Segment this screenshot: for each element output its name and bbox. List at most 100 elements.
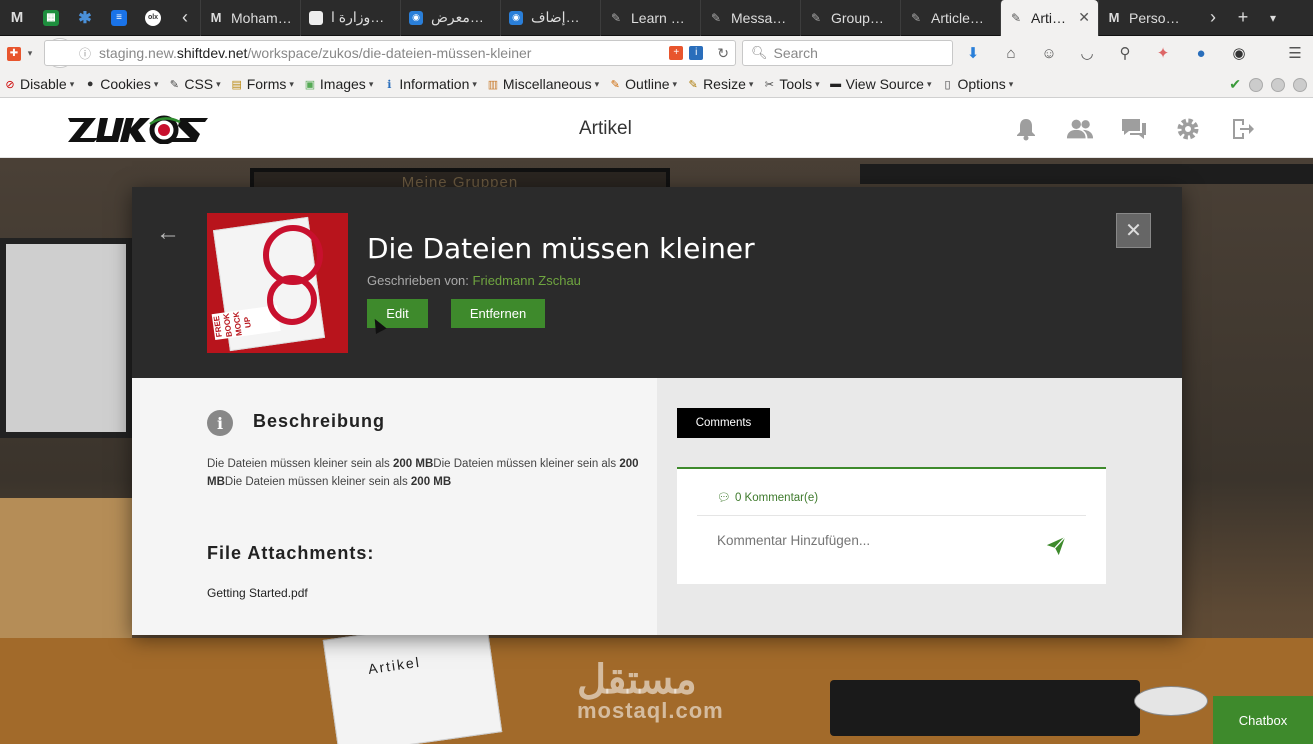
- devtoolbar-menu-view-source[interactable]: ▬ View Source ▾: [829, 76, 931, 92]
- browser-tab[interactable]: M Mohame…: [200, 0, 300, 36]
- users-icon[interactable]: [1066, 116, 1094, 142]
- browser-tab[interactable]: ✎ Article…: [900, 0, 1000, 36]
- modal-back-button[interactable]: ←: [156, 219, 180, 247]
- comments-icon: 💬︎: [717, 492, 731, 504]
- browser-tab[interactable]: ✎ Arti… ✕: [1000, 0, 1098, 36]
- description-size: 200 MB: [393, 458, 434, 470]
- devtoolbar-menu-label: Forms: [246, 76, 287, 92]
- zukos-logo[interactable]: [68, 112, 210, 144]
- close-icon[interactable]: ✕: [1078, 9, 1090, 26]
- devtoolbar-menu-css[interactable]: ✎ CSS ▾: [167, 76, 221, 92]
- tab-list-button[interactable]: ▾: [1258, 0, 1288, 36]
- view-source-icon: ▬: [830, 78, 842, 90]
- browser-tab[interactable]: ✎ Messa…: [700, 0, 800, 36]
- mostaql-watermark: مستقل mostaql.com: [577, 660, 724, 723]
- devtoolbar-menu-forms[interactable]: ▤ Forms ▾: [230, 76, 293, 92]
- devtoolbar-menu-options[interactable]: ▯ Options ▾: [940, 76, 1013, 92]
- outline-icon: ✎: [610, 78, 620, 91]
- watermark-latin: mostaql.com: [577, 698, 724, 723]
- background-shelf: [860, 164, 1313, 184]
- comments-panel: 💬︎ 0 Kommentar(e): [677, 467, 1106, 584]
- browser-tab[interactable]: M Perso…: [1098, 0, 1198, 36]
- modal-close-button[interactable]: ✕: [1116, 213, 1151, 248]
- article-title: Die Dateien müssen kleiner: [367, 232, 755, 265]
- browser-tab[interactable]: ◉ معرض…: [400, 0, 500, 36]
- tabs-scroll-right-button[interactable]: ›: [1198, 0, 1228, 36]
- download-icon[interactable]: ⬇: [962, 44, 984, 62]
- docs-icon: ≡: [111, 9, 127, 26]
- pinned-tab-docs[interactable]: ≡: [102, 0, 136, 36]
- devtoolbar-menu-tools[interactable]: ✂ Tools ▾: [762, 76, 820, 92]
- chat-icon[interactable]: [1120, 116, 1148, 142]
- tools-icon: ✂: [764, 78, 774, 91]
- tools-icon: ✎: [710, 10, 722, 25]
- devtoolbar-menu-label: Disable: [20, 76, 67, 92]
- tab-comments[interactable]: Comments: [677, 408, 770, 438]
- chevron-down-icon: ▾: [368, 78, 374, 89]
- search-bar[interactable]: 🔍︎ Search: [742, 40, 953, 66]
- browser-tab-strip: M ▦ ✱ ≡ olx ‹ M Mohame… وزارة ا… ◉ معرض… ◉ إضا…: [0, 0, 1313, 36]
- pinned-tab-sheets[interactable]: ▦: [34, 0, 68, 36]
- devtoolbar-menu-cookies[interactable]: ● Cookies ▾: [83, 76, 158, 92]
- pocket-icon[interactable]: ◡: [1076, 44, 1098, 62]
- home-icon[interactable]: ⌂: [1000, 45, 1022, 62]
- attachment-link[interactable]: Getting Started.pdf: [207, 586, 308, 600]
- browser-tab-title: وزارة ا…: [331, 9, 385, 25]
- addon-menu-caret[interactable]: ▾: [24, 41, 36, 67]
- tabs-scroll-left-button[interactable]: ‹: [170, 0, 200, 36]
- chevron-down-icon: ▾: [672, 78, 678, 89]
- new-tab-button[interactable]: +: [1228, 0, 1258, 36]
- header-icons: [1012, 116, 1256, 142]
- emoji-icon[interactable]: ☺: [1038, 45, 1060, 62]
- devbar-status: ✔: [1229, 76, 1307, 93]
- devtoolbar-menu-label: CSS: [184, 76, 214, 92]
- background-box: [0, 498, 132, 638]
- devtoolbar-menu-label: Images: [319, 76, 366, 92]
- reload-icon[interactable]: ↻: [717, 45, 729, 62]
- devtoolbar-menu-resize[interactable]: ✎ Resize ▾: [686, 76, 753, 92]
- browser-tab-title: Arti…: [1031, 9, 1066, 26]
- hamburger-menu-icon[interactable]: ☰: [1284, 44, 1306, 62]
- chatbox-button[interactable]: Chatbox: [1213, 696, 1313, 744]
- pinned-tab-snowflake[interactable]: ✱: [68, 0, 102, 36]
- author-link[interactable]: Friedmann Zschau: [473, 273, 581, 288]
- devtoolbar-menu-outline[interactable]: ✎ Outline ▾: [608, 76, 678, 92]
- browser-tab[interactable]: وزارة ا…: [300, 0, 400, 36]
- document-icon: [309, 10, 323, 25]
- settings-icon[interactable]: [1174, 116, 1202, 142]
- logout-icon[interactable]: [1228, 116, 1256, 142]
- wand-icon[interactable]: ⚲: [1114, 44, 1136, 62]
- devtoolbar-menu-label: Miscellaneous: [502, 76, 592, 92]
- description-segment: Die Dateien müssen kleiner sein als: [224, 476, 411, 488]
- browser-tab[interactable]: ◉ إضاف…: [500, 0, 600, 36]
- pinned-tab-gmail[interactable]: M: [0, 0, 34, 36]
- site-info-icon[interactable]: ⓘ: [79, 45, 91, 62]
- extension-puzzle-icon[interactable]: ✦: [1152, 44, 1174, 62]
- resize-icon: ✎: [688, 78, 698, 91]
- remove-button[interactable]: Entfernen: [451, 299, 545, 328]
- browser-tab-title: Perso…: [1129, 9, 1180, 26]
- info-icon: i: [207, 410, 233, 436]
- messenger-icon[interactable]: ●: [1190, 45, 1212, 62]
- devtoolbar-menu-label: Cookies: [100, 76, 151, 92]
- browser-tab-title: معرض…: [431, 9, 484, 25]
- gmail-icon: M: [1108, 10, 1120, 25]
- addon-button[interactable]: ✚: [4, 41, 24, 67]
- reader-icon[interactable]: i: [689, 46, 704, 60]
- check-icon: ✔: [1229, 76, 1241, 92]
- url-bar[interactable]: ⓘ staging.new. shiftdev.net/workspace/zuk…: [44, 40, 736, 66]
- pinned-tab-olx[interactable]: olx: [136, 0, 170, 36]
- send-icon[interactable]: [1045, 535, 1067, 557]
- camera-icon[interactable]: ◉: [1228, 44, 1250, 62]
- browser-tab[interactable]: ✎ Group…: [800, 0, 900, 36]
- comment-input[interactable]: [697, 515, 1086, 565]
- devtoolbar-menu-disable[interactable]: ⊘ Disable ▾: [3, 76, 74, 92]
- devtoolbar-menu-images[interactable]: ▣ Images ▾: [303, 76, 374, 92]
- article-author: Geschrieben von: Friedmann Zschau: [367, 273, 581, 288]
- devtoolbar-menu-miscellaneous[interactable]: ▥ Miscellaneous ▾: [486, 76, 599, 92]
- bell-icon[interactable]: [1012, 116, 1040, 142]
- browser-tab[interactable]: ✎ Learn …: [600, 0, 700, 36]
- chevron-down-icon: ▾: [69, 78, 75, 89]
- devtoolbar-menu-information[interactable]: ℹ Information ▾: [382, 76, 477, 92]
- plus-extension-icon[interactable]: +: [669, 46, 684, 60]
